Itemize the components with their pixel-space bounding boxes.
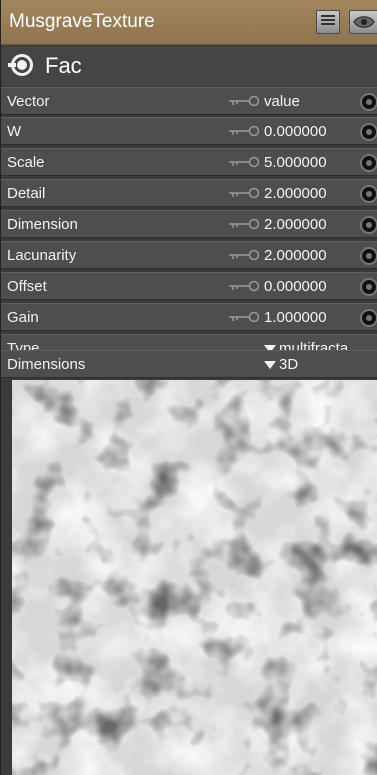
input-value[interactable]: 2.000000 <box>264 185 327 202</box>
input-socket-icon[interactable] <box>360 309 377 327</box>
key-icon <box>229 218 260 230</box>
key-icon <box>229 156 260 168</box>
menu-icon <box>321 15 335 29</box>
input-row-gain[interactable]: Gain 1.000000 <box>1 303 377 331</box>
output-socket-icon[interactable] <box>8 54 33 76</box>
input-value[interactable]: 2.000000 <box>264 247 327 264</box>
input-row-vector[interactable]: Vector value <box>1 87 377 115</box>
node-menu-button[interactable] <box>316 10 340 34</box>
dropdown-label: Dimensions <box>7 356 86 373</box>
input-value[interactable]: 0.000000 <box>264 278 327 295</box>
input-row-detail[interactable]: Detail 2.000000 <box>1 179 377 207</box>
preview-toggle-button[interactable] <box>349 10 377 34</box>
texture-preview <box>12 380 377 775</box>
key-icon <box>229 125 260 137</box>
input-label: Gain <box>7 309 39 326</box>
input-socket-icon[interactable] <box>360 154 377 172</box>
input-label: Vector <box>7 93 50 110</box>
dropdown-arrow-icon <box>264 361 276 369</box>
output-fac-row: Fac <box>1 46 377 86</box>
key-icon <box>229 95 260 107</box>
input-socket-icon[interactable] <box>360 247 377 265</box>
dropdown-row-dimensions[interactable]: Dimensions 3D <box>1 350 377 378</box>
input-value[interactable]: 0.000000 <box>264 123 327 140</box>
input-value[interactable]: 2.000000 <box>264 216 327 233</box>
dimensions-select[interactable]: 3D <box>279 356 298 373</box>
input-socket-icon[interactable] <box>360 93 377 111</box>
output-label: Fac <box>45 53 82 78</box>
input-value[interactable]: 1.000000 <box>264 309 327 326</box>
input-row-offset[interactable]: Offset 0.000000 <box>1 272 377 300</box>
preview-border <box>1 380 12 775</box>
node-title: MusgraveTexture <box>9 11 155 32</box>
input-socket-icon[interactable] <box>360 278 377 296</box>
eye-icon <box>353 16 375 28</box>
input-label: Dimension <box>7 216 78 233</box>
key-icon <box>229 187 260 199</box>
input-row-scale[interactable]: Scale 5.000000 <box>1 148 377 176</box>
input-socket-icon[interactable] <box>360 216 377 234</box>
input-label: Scale <box>7 154 45 171</box>
key-icon <box>229 280 260 292</box>
input-socket-icon[interactable] <box>360 123 377 141</box>
input-value[interactable]: 5.000000 <box>264 154 327 171</box>
input-label: Lacunarity <box>7 247 77 264</box>
input-label: Detail <box>7 185 46 202</box>
input-value[interactable]: value <box>264 93 300 110</box>
key-icon <box>229 311 260 323</box>
input-row-lacunarity[interactable]: Lacunarity 2.000000 <box>1 241 377 269</box>
input-label: W <box>7 123 22 140</box>
input-row-dimension[interactable]: Dimension 2.000000 <box>1 210 377 238</box>
input-socket-icon[interactable] <box>360 185 377 203</box>
input-label: Offset <box>7 278 47 295</box>
musgrave-texture-node: MusgraveTexture Fac Vector value W 0.000… <box>0 0 377 775</box>
input-row-w[interactable]: W 0.000000 <box>1 117 377 145</box>
key-icon <box>229 249 260 261</box>
noise-preview-image <box>12 380 377 775</box>
node-header[interactable]: MusgraveTexture <box>1 0 377 45</box>
